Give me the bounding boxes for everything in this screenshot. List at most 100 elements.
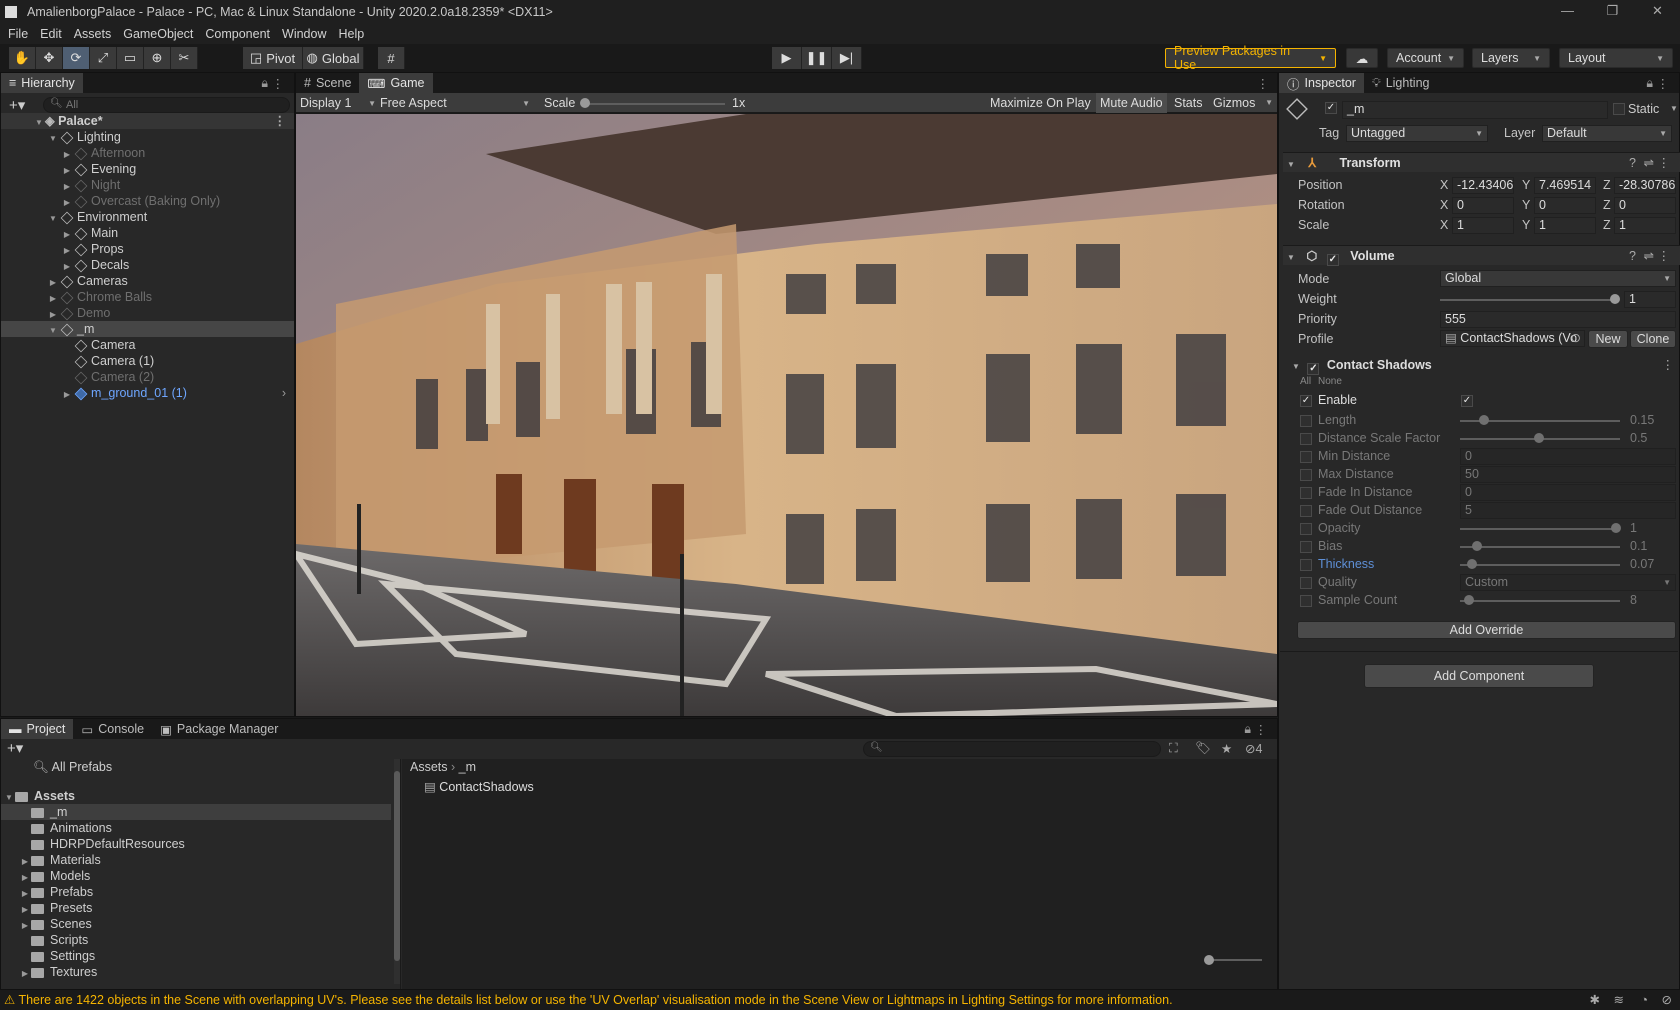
contact-shadows-field[interactable]: 5 [1460,502,1676,519]
scale-y-field[interactable]: 1 [1534,217,1596,234]
position-x-field[interactable]: -12.43406 [1452,177,1514,194]
tree-row-environment[interactable]: ▼ Environment [1,209,294,225]
label-icon[interactable]: 🏷︎ [1195,741,1211,756]
scene-menu-icon[interactable]: ⋮ [274,113,287,129]
contact-shadows-header[interactable]: ▼ ✓ Contact Shadows ⋮ [1292,356,1676,375]
contact-shadows-slider-knob[interactable] [1471,541,1482,551]
scale-tool-icon[interactable]: ⤢ [90,47,117,69]
tag-dropdown[interactable]: Untagged ▼ [1346,125,1488,142]
maximize-on-play-toggle[interactable]: Maximize On Play [986,93,1095,113]
volume-header[interactable]: ▼ ⬡ ✓ Volume ? ⇌ ⋮ [1283,245,1680,266]
lock-icon[interactable]: 🔒︎ [261,76,268,91]
chevron-right-icon[interactable]: › [282,385,286,401]
chevron-down-icon[interactable]: ▼ [1670,104,1678,113]
menu-window[interactable]: Window [276,24,332,44]
scrollbar-thumb[interactable] [394,771,400,961]
folder-row-scripts[interactable]: Scripts [1,932,391,948]
priority-field[interactable]: 555 [1440,311,1676,328]
override-menu-icon[interactable]: ⋮ [1662,356,1675,374]
override-checkbox[interactable] [1300,451,1312,463]
close-icon[interactable]: ✕ [1635,0,1680,24]
override-checkbox[interactable] [1300,415,1312,427]
rotation-z-field[interactable]: 0 [1614,197,1676,214]
hand-tool-icon[interactable]: ✋ [9,47,36,69]
cloud-icon[interactable]: ☁ [1346,48,1378,68]
kebab-menu-icon[interactable]: ⋮ [1657,76,1670,91]
quality-dropdown[interactable]: Custom ▼ [1460,574,1676,591]
weight-slider-knob[interactable] [1610,294,1620,304]
contact-shadows-slider-track[interactable] [1460,600,1620,602]
pause-icon[interactable]: ❚❚ [802,47,832,69]
hierarchy-search[interactable]: 🔍︎ All [43,97,290,113]
transform-header[interactable]: ▼ ⅄ Transform ? ⇌ ⋮ [1283,152,1680,172]
kebab-menu-icon[interactable]: ⋮ [1255,722,1268,737]
breadcrumb-assets[interactable]: Assets [410,760,448,774]
tree-row-demo[interactable]: ▶ Demo [1,305,294,321]
mute-audio-toggle[interactable]: Mute Audio [1096,93,1167,113]
active-checkbox[interactable]: ✓ [1325,102,1337,114]
folder-tree-scrollbar[interactable] [394,759,400,984]
folder-row-settings[interactable]: Settings [1,948,391,964]
contact-shadows-slider-knob[interactable] [1463,595,1474,605]
override-checkbox[interactable] [1300,577,1312,589]
breadcrumb-m[interactable]: _m [459,760,476,774]
contact-shadows-slider-track[interactable] [1460,564,1620,566]
game-view-menu-icon[interactable]: ⋮ [1257,76,1270,91]
tab-inspector[interactable]: ⓘ Inspector [1279,73,1364,93]
add-component-button[interactable]: Add Component [1364,664,1594,688]
rotation-x-field[interactable]: 0 [1452,197,1514,214]
folder-row-materials[interactable]: ▶ Materials [1,852,391,868]
menu-component[interactable]: Component [199,24,276,44]
project-search[interactable]: 🔍︎ [863,741,1161,757]
pivot-button[interactable]: ◲ Pivot [243,47,303,69]
preset-icon[interactable]: ⇌ [1644,246,1654,266]
object-name-field[interactable]: _m [1342,101,1608,119]
hidden-packages-icon[interactable]: ⊘4 [1245,741,1262,756]
new-profile-button[interactable]: New [1588,330,1628,348]
tab-project[interactable]: ▬ Project [1,719,74,739]
menu-file[interactable]: File [2,24,34,44]
menu-gameobject[interactable]: GameObject [117,24,199,44]
contact-shadows-checkbox[interactable]: ✓ [1307,363,1320,375]
settings-icon[interactable]: ⊘ [1662,990,1672,1010]
display-dropdown[interactable]: Display 1 ▼ [300,94,376,112]
contact-shadows-slider-knob[interactable] [1466,559,1477,569]
add-override-button[interactable]: Add Override [1297,621,1676,639]
tab-package-manager[interactable]: ▣ Package Manager [152,719,286,739]
folder-row-hdrp[interactable]: HDRPDefaultResources [1,836,391,852]
add-icon[interactable]: +▾ [7,739,23,757]
mode-dropdown[interactable]: Global ▼ [1440,270,1676,287]
select-all-link[interactable]: All [1300,376,1311,387]
tree-row-props[interactable]: ▶ Props [1,241,294,257]
tree-row-main[interactable]: ▶ Main [1,225,294,241]
preview-packages-dropdown[interactable]: Preview Packages in Use ▼ [1165,44,1336,72]
folder-row-m[interactable]: _m [1,804,391,820]
account-dropdown[interactable]: Account ▼ [1387,48,1464,68]
weight-slider-track[interactable] [1440,299,1615,301]
tree-row-night[interactable]: ▶ Night [1,177,294,193]
menu-help[interactable]: Help [332,24,370,44]
tree-row-chrome-balls[interactable]: ▶ Chrome Balls [1,289,294,305]
scale-slider-knob[interactable] [580,98,590,108]
help-icon[interactable]: ? [1629,246,1636,266]
contact-shadows-slider-knob[interactable] [1611,523,1621,533]
component-menu-icon[interactable]: ⋮ [1658,246,1671,266]
tab-scene[interactable]: # Scene [296,73,359,93]
object-picker-icon[interactable]: ⊙ [1571,331,1581,346]
tree-row-camera-2[interactable]: Camera (2) [1,369,294,385]
tree-row-camera[interactable]: Camera [1,337,294,353]
volume-enabled-checkbox[interactable]: ✓ [1326,254,1339,266]
add-icon[interactable]: +▾ [9,96,25,114]
bug-icon[interactable]: ✱ [1590,990,1600,1010]
icon-size-slider-track[interactable] [1207,959,1262,961]
scale-z-field[interactable]: 1 [1614,217,1676,234]
favorites-all-prefabs[interactable]: 🔍︎ All Prefabs [1,759,391,775]
tree-row-overcast[interactable]: ▶ Overcast (Baking Only) [1,193,294,209]
scene-row[interactable]: ▼ ◈ Palace* ⋮ [1,113,294,129]
layers-dropdown[interactable]: Layers ▼ [1472,48,1550,68]
scale-slider-track[interactable] [585,103,725,105]
contact-shadows-slider-track[interactable] [1460,528,1620,530]
status-bar[interactable]: ⚠ There are 1422 objects in the Scene wi… [0,990,1680,1010]
help-icon[interactable]: ? [1629,153,1636,173]
preset-icon[interactable]: ⇌ [1644,153,1654,173]
